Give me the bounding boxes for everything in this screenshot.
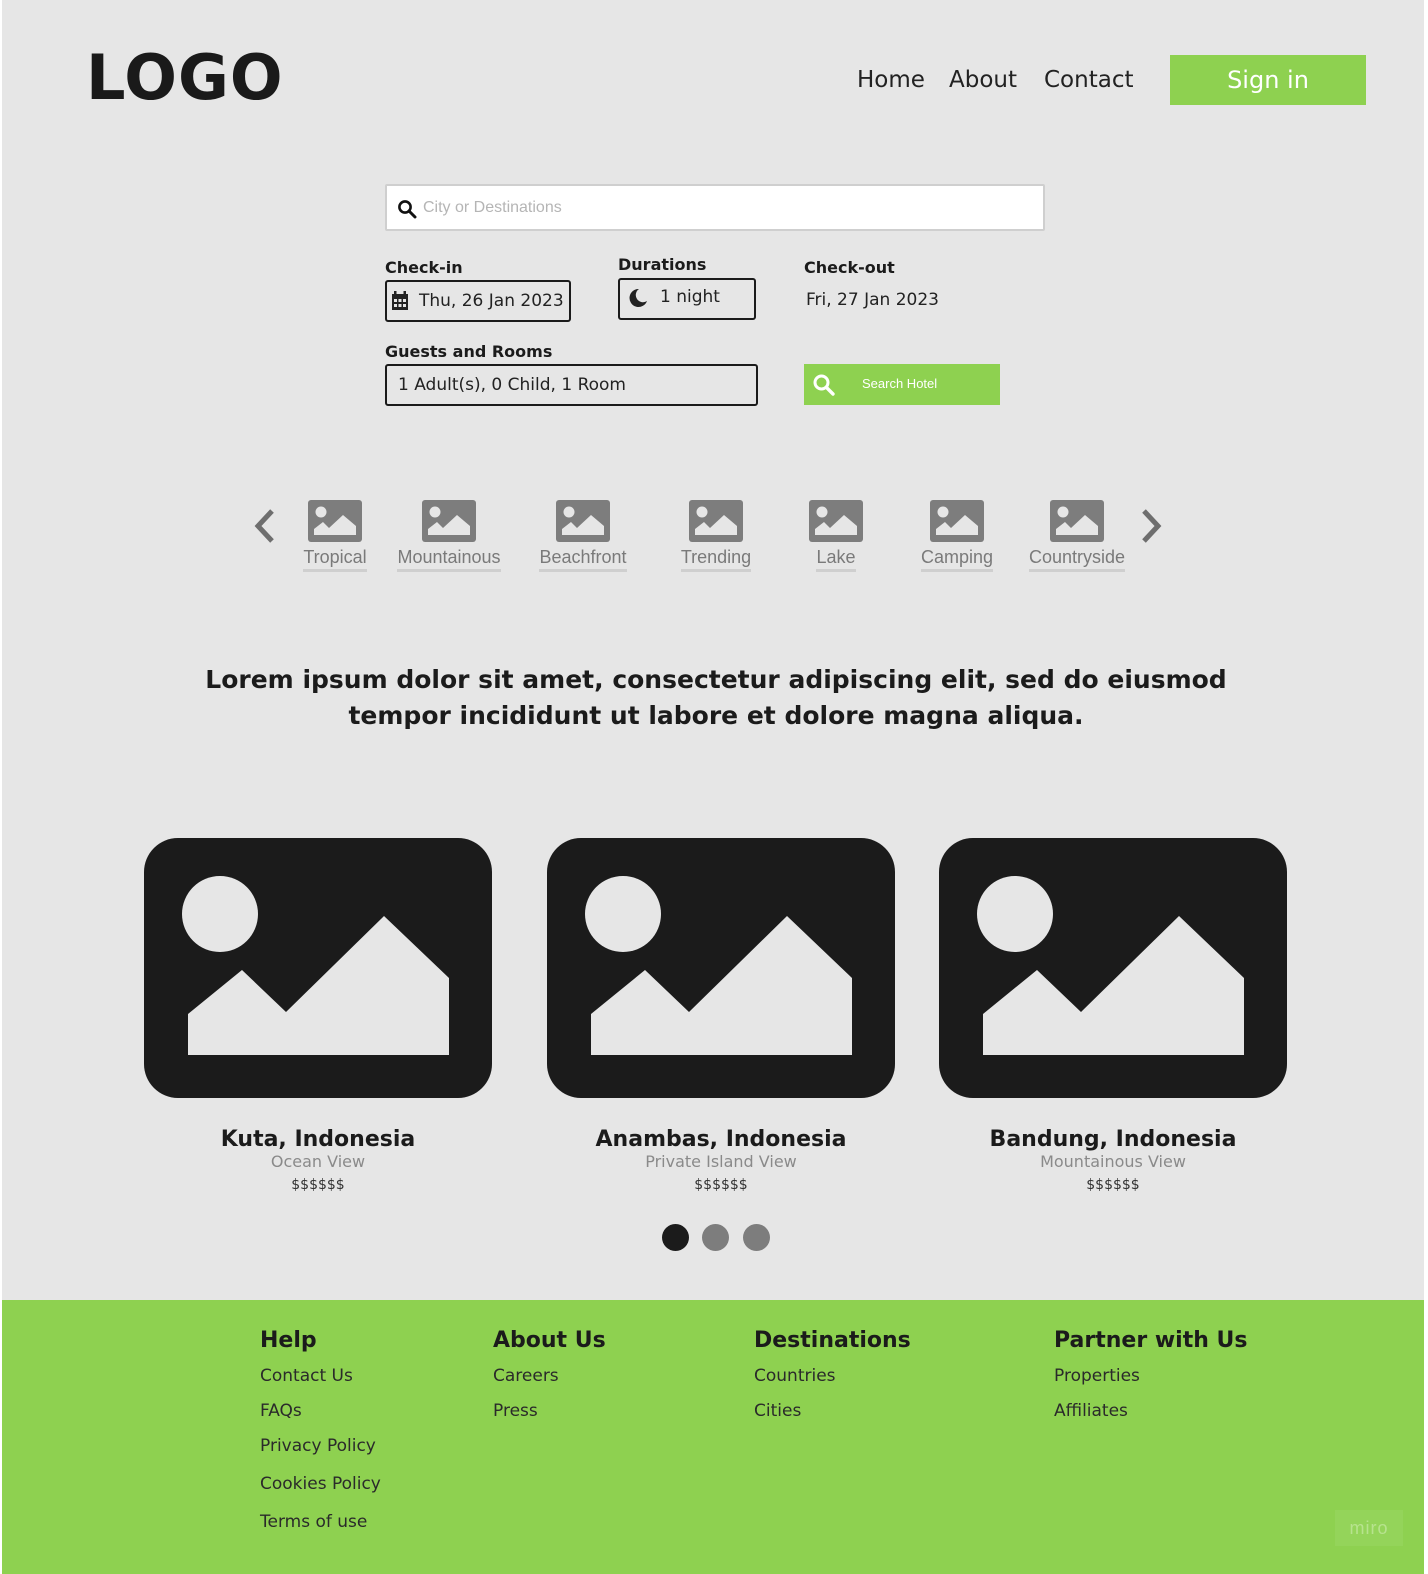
search-hotel-button[interactable]: Search Hotel xyxy=(804,364,1000,405)
image-icon xyxy=(547,838,895,1098)
footer-heading: Partner with Us xyxy=(1054,1328,1248,1353)
miro-watermark: miro xyxy=(1335,1510,1403,1546)
category-label: Tropical xyxy=(303,546,367,572)
footer-link-careers[interactable]: Careers xyxy=(493,1365,606,1387)
footer-column-about-us: About Us Careers Press xyxy=(493,1326,606,1422)
category-trending[interactable]: Trending xyxy=(646,500,786,572)
search-hotel-label: Search Hotel xyxy=(862,376,938,391)
image-icon xyxy=(144,838,492,1098)
destination-card[interactable]: Bandung, Indonesia Mountainous View $$$$… xyxy=(939,838,1287,1194)
category-label: Mountainous xyxy=(397,546,501,572)
footer-heading: Help xyxy=(260,1328,317,1353)
guests-field[interactable]: 1 Adult(s), 0 Child, 1 Room xyxy=(385,364,758,406)
nav-home[interactable]: Home xyxy=(857,64,925,96)
duration-field[interactable]: 1 night xyxy=(618,278,756,320)
footer-column-help: Help Contact Us FAQs Privacy Policy Cook… xyxy=(260,1326,381,1533)
nav-contact[interactable]: Contact xyxy=(1044,64,1133,96)
destination-card[interactable]: Kuta, Indonesia Ocean View $$$$$$ xyxy=(144,838,492,1194)
search-input[interactable] xyxy=(423,186,1023,229)
image-icon xyxy=(1050,500,1104,542)
category-countryside[interactable]: Countryside xyxy=(1007,500,1147,572)
duration-value: 1 night xyxy=(660,287,720,307)
carousel-dot[interactable] xyxy=(743,1224,770,1251)
image-icon xyxy=(930,500,984,542)
footer-link-cities[interactable]: Cities xyxy=(754,1400,911,1422)
category-label: Lake xyxy=(816,546,856,572)
guests-value: 1 Adult(s), 0 Child, 1 Room xyxy=(398,375,626,395)
footer-link-terms-of-use[interactable]: Terms of use xyxy=(260,1511,381,1533)
image-icon xyxy=(556,500,610,542)
footer-link-privacy-policy[interactable]: Privacy Policy xyxy=(260,1435,381,1457)
destination-card[interactable]: Anambas, Indonesia Private Island View $… xyxy=(547,838,895,1194)
footer-link-press[interactable]: Press xyxy=(493,1400,606,1422)
search-bar[interactable] xyxy=(385,184,1045,231)
image-icon xyxy=(308,500,362,542)
destination-price: $$$$$$ xyxy=(291,1177,345,1193)
footer-link-affiliates[interactable]: Affiliates xyxy=(1054,1400,1248,1422)
footer-link-faqs[interactable]: FAQs xyxy=(260,1400,381,1422)
logo[interactable]: LOGO xyxy=(86,38,284,118)
footer-link-contact-us[interactable]: Contact Us xyxy=(260,1365,381,1387)
checkout-value[interactable]: Fri, 27 Jan 2023 xyxy=(806,290,939,310)
carousel-dot[interactable] xyxy=(662,1224,689,1251)
category-label: Trending xyxy=(680,546,752,572)
footer-heading: About Us xyxy=(493,1328,606,1353)
checkin-field[interactable]: Thu, 26 Jan 2023 xyxy=(385,280,571,322)
destination-price: $$$$$$ xyxy=(1086,1177,1140,1193)
destination-view: Ocean View xyxy=(270,1152,366,1171)
footer-column-destinations: Destinations Countries Cities xyxy=(754,1326,911,1422)
guests-label: Guests and Rooms xyxy=(385,342,553,361)
moon-icon xyxy=(629,288,647,307)
page: LOGO Home About Contact Sign in Check-in… xyxy=(2,0,1424,1574)
image-icon xyxy=(939,838,1287,1098)
footer-link-countries[interactable]: Countries xyxy=(754,1365,911,1387)
image-icon xyxy=(422,500,476,542)
category-label: Countryside xyxy=(1028,546,1126,572)
checkout-label: Check-out xyxy=(804,258,895,277)
category-beachfront[interactable]: Beachfront xyxy=(513,500,653,572)
footer-link-cookies-policy[interactable]: Cookies Policy xyxy=(260,1473,381,1495)
nav-about[interactable]: About xyxy=(949,64,1017,96)
image-icon xyxy=(809,500,863,542)
footer-heading: Destinations xyxy=(754,1328,911,1353)
footer-link-properties[interactable]: Properties xyxy=(1054,1365,1248,1387)
calendar-icon xyxy=(392,291,408,310)
headline: Lorem ipsum dolor sit amet, consectetur … xyxy=(205,665,1227,730)
category-camping[interactable]: Camping xyxy=(887,500,1027,572)
image-icon xyxy=(689,500,743,542)
search-icon xyxy=(398,200,417,219)
sign-in-button[interactable]: Sign in xyxy=(1170,55,1366,105)
duration-label: Durations xyxy=(618,255,707,274)
category-label: Beachfront xyxy=(539,546,627,572)
destination-price: $$$$$$ xyxy=(694,1177,748,1193)
carousel-dot[interactable] xyxy=(702,1224,729,1251)
category-lake[interactable]: Lake xyxy=(766,500,906,572)
footer-column-partner: Partner with Us Properties Affiliates xyxy=(1054,1326,1248,1422)
category-mountainous[interactable]: Mountainous xyxy=(379,500,519,572)
checkin-label: Check-in xyxy=(385,258,463,277)
checkin-value: Thu, 26 Jan 2023 xyxy=(419,291,564,311)
category-label: Camping xyxy=(920,546,994,572)
search-icon xyxy=(813,374,835,396)
